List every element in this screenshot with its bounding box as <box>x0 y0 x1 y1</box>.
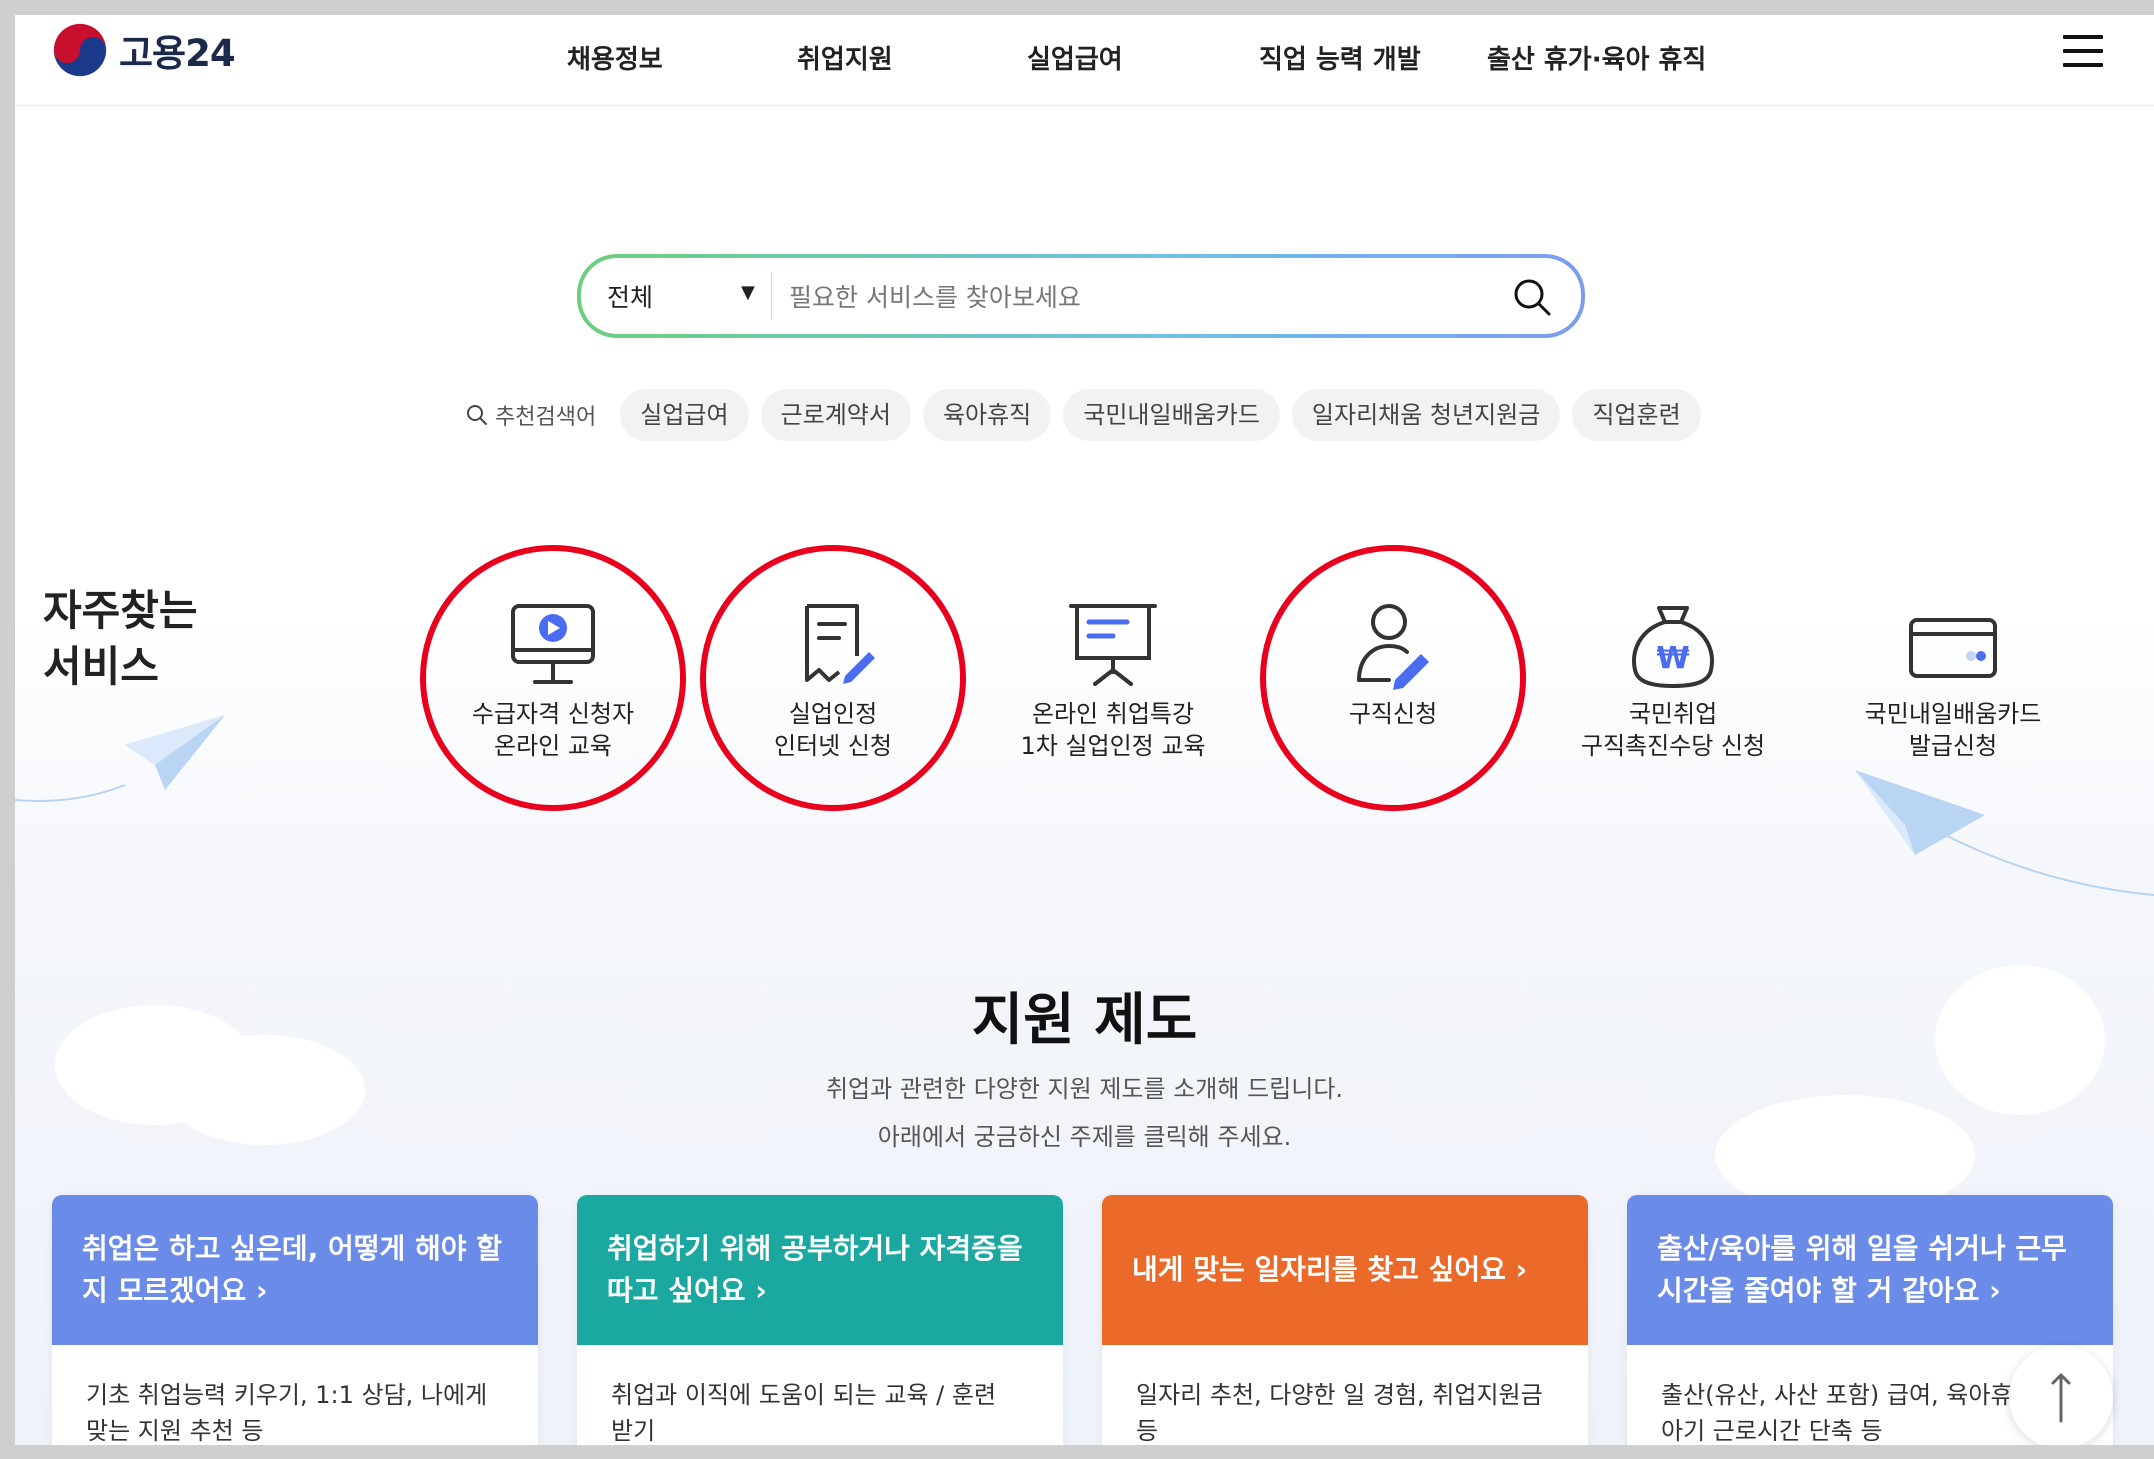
card-body: 일자리 추천, 다양한 일 경험, 취업지원금 등 <box>1102 1345 1588 1445</box>
card-header: 내게 맞는 일자리를 찾고 싶어요 › <box>1102 1195 1588 1345</box>
search-divider <box>771 272 772 320</box>
support-section-title: 지원 제도 <box>971 988 1198 1053</box>
scroll-to-top-button[interactable] <box>2009 1345 2113 1445</box>
card-body-line2: 받기 <box>611 1417 656 1445</box>
card-title-line2: 지 모르겠어요 › <box>82 1274 268 1307</box>
logo-text: 고용24 <box>119 32 236 75</box>
keyword-chip[interactable]: 일자리채움 청년지원금 <box>1291 389 1561 441</box>
service-label-line1: 수급자격 신청자 <box>471 700 635 728</box>
support-card-start-job[interactable]: 취업은 하고 싶은데, 어떻게 해야 할지 모르겠어요 › 기초 취업능력 키우… <box>52 1195 538 1445</box>
support-section-desc1: 취업과 관련한 다양한 지원 제도를 소개해 드립니다. <box>825 1075 1344 1103</box>
service-label-line2: 1차 실업인정 교육 <box>1020 732 1206 760</box>
keyword-chip[interactable]: 육아휴직 <box>922 389 1052 441</box>
card-body: 취업과 이직에 도움이 되는 교육 / 훈련 받기 <box>577 1345 1063 1445</box>
service-national-learning-card[interactable]: 국민내일배움카드 발급신청 <box>1823 600 2083 762</box>
card-title-line1: 취업하기 위해 공부하거나 자격증을 <box>607 1232 1023 1265</box>
service-label-line1: 구직신청 <box>1348 700 1438 728</box>
support-card-find-job[interactable]: 내게 맞는 일자리를 찾고 싶어요 › 일자리 추천, 다양한 일 경험, 취업… <box>1102 1195 1588 1445</box>
monitor-play-icon <box>511 604 595 684</box>
card-title-line1: 취업은 하고 싶은데, 어떻게 해야 할 <box>82 1232 503 1265</box>
arrow-up-icon <box>2051 1373 2071 1423</box>
support-section-desc2: 아래에서 궁금하신 주제를 클릭해 주세요. <box>877 1123 1292 1151</box>
search-category-select[interactable]: 전체 ▼ <box>607 278 767 314</box>
document-pen-icon <box>805 604 875 684</box>
card-header: 취업하기 위해 공부하거나 자격증을따고 싶어요 › <box>577 1195 1063 1345</box>
hamburger-menu-icon[interactable] <box>2063 35 2103 69</box>
presentation-board-icon <box>1069 604 1157 686</box>
card-title-line2: 따고 싶어요 › <box>607 1274 767 1307</box>
frequent-title-line1: 자주찾는 <box>43 586 198 635</box>
nav-item-skill-development[interactable]: 직업 능력 개발 <box>1259 39 1421 76</box>
card-title-line2: 시간을 줄여야 할 거 같아요 › <box>1657 1274 2001 1307</box>
search-category-value: 전체 <box>607 283 654 312</box>
service-label-line2: 인터넷 신청 <box>773 732 893 760</box>
support-card-study-certificate[interactable]: 취업하기 위해 공부하거나 자격증을따고 싶어요 › 취업과 이직에 도움이 되… <box>577 1195 1063 1445</box>
keyword-chip[interactable]: 실업급여 <box>620 389 749 441</box>
page: 고용24 채용정보 취업지원 실업급여 직업 능력 개발 출산 휴가·육아 휴직… <box>15 15 2154 1445</box>
service-label-line2: 발급신청 <box>1908 732 1998 760</box>
search-input[interactable] <box>787 270 1491 324</box>
caret-down-icon: ▼ <box>741 282 755 303</box>
frequent-services-title: 자주찾는 서비스 <box>43 583 198 695</box>
recommended-keywords: 추천검색어 실업급여 근로계약서 육아휴직 국민내일배움카드 일자리채움 청년지… <box>465 388 1701 442</box>
service-label-line1: 실업인정 <box>788 700 878 728</box>
search-bar: 전체 ▼ <box>577 254 1585 338</box>
service-national-employment-allowance[interactable]: ₩ 국민취업 구직촉진수당 신청 <box>1543 600 1803 762</box>
card-header: 출산/육아를 위해 일을 쉬거나 근무시간을 줄여야 할 거 같아요 › <box>1627 1195 2113 1345</box>
service-label-line1: 국민내일배움카드 <box>1864 700 2042 728</box>
search-icon <box>467 405 487 425</box>
svg-text:₩: ₩ <box>1656 641 1689 676</box>
card-body-line1: 취업과 이직에 도움이 되는 교육 / 훈련 <box>611 1381 997 1409</box>
service-job-seeking-application[interactable]: 구직신청 <box>1263 600 1523 730</box>
search-icon[interactable] <box>1511 276 1553 318</box>
nav-item-unemployment-benefits[interactable]: 실업급여 <box>1027 39 1123 76</box>
card-title-line1: 출산/육아를 위해 일을 쉬거나 근무 <box>1657 1232 2067 1265</box>
card-body-line1: 기초 취업능력 키우기, 1:1 상담, 나에게 <box>86 1381 488 1409</box>
search-inner: 전체 ▼ <box>581 258 1581 334</box>
logo[interactable]: 고용24 <box>51 21 236 79</box>
card-body-line2: 등 <box>1136 1417 1159 1445</box>
card-body: 기초 취업능력 키우기, 1:1 상담, 나에게 맞는 지원 추천 등 <box>52 1345 538 1445</box>
frequent-title-line2: 서비스 <box>43 642 159 691</box>
card-body-line1: 일자리 추천, 다양한 일 경험, 취업지원금 <box>1136 1381 1543 1409</box>
card-body-line2: 맞는 지원 추천 등 <box>86 1417 264 1445</box>
service-label-line1: 온라인 취업특강 <box>1031 700 1195 728</box>
recommended-keywords-label: 추천검색어 <box>465 399 596 431</box>
taegeuk-logo-icon <box>53 23 107 77</box>
card-icon <box>1909 618 1997 678</box>
service-online-job-lecture[interactable]: 온라인 취업특강 1차 실업인정 교육 <box>983 600 1243 762</box>
keyword-chip[interactable]: 근로계약서 <box>760 389 911 441</box>
service-unemployment-recognition[interactable]: 실업인정 인터넷 신청 <box>703 600 963 762</box>
card-header: 취업은 하고 싶은데, 어떻게 해야 할지 모르겠어요 › <box>52 1195 538 1345</box>
paper-plane-icon <box>1855 770 2154 896</box>
service-benefit-applicant-education[interactable]: 수급자격 신청자 온라인 교육 <box>423 600 683 762</box>
header: 고용24 채용정보 취업지원 실업급여 직업 능력 개발 출산 휴가·육아 휴직 <box>15 15 2154 106</box>
nav-item-parental-leave[interactable]: 출산 휴가·육아 휴직 <box>1487 39 1706 76</box>
person-pen-icon <box>1357 604 1429 690</box>
nav-item-employment-support[interactable]: 취업지원 <box>797 39 893 76</box>
keywords-label-text: 추천검색어 <box>495 405 597 430</box>
paper-plane-icon <box>15 715 225 802</box>
card-title-line1: 내게 맞는 일자리를 찾고 싶어요 › <box>1132 1253 1528 1286</box>
nav-item-jobs[interactable]: 채용정보 <box>567 39 663 76</box>
keyword-chip[interactable]: 직업훈련 <box>1572 389 1701 441</box>
service-label-line2: 온라인 교육 <box>493 732 613 760</box>
keyword-chip[interactable]: 국민내일배움카드 <box>1063 389 1280 441</box>
service-label-line1: 국민취업 <box>1628 700 1718 728</box>
service-label-line2: 구직촉진수당 신청 <box>1580 732 1766 760</box>
money-bag-won-icon: ₩ <box>1632 606 1714 689</box>
